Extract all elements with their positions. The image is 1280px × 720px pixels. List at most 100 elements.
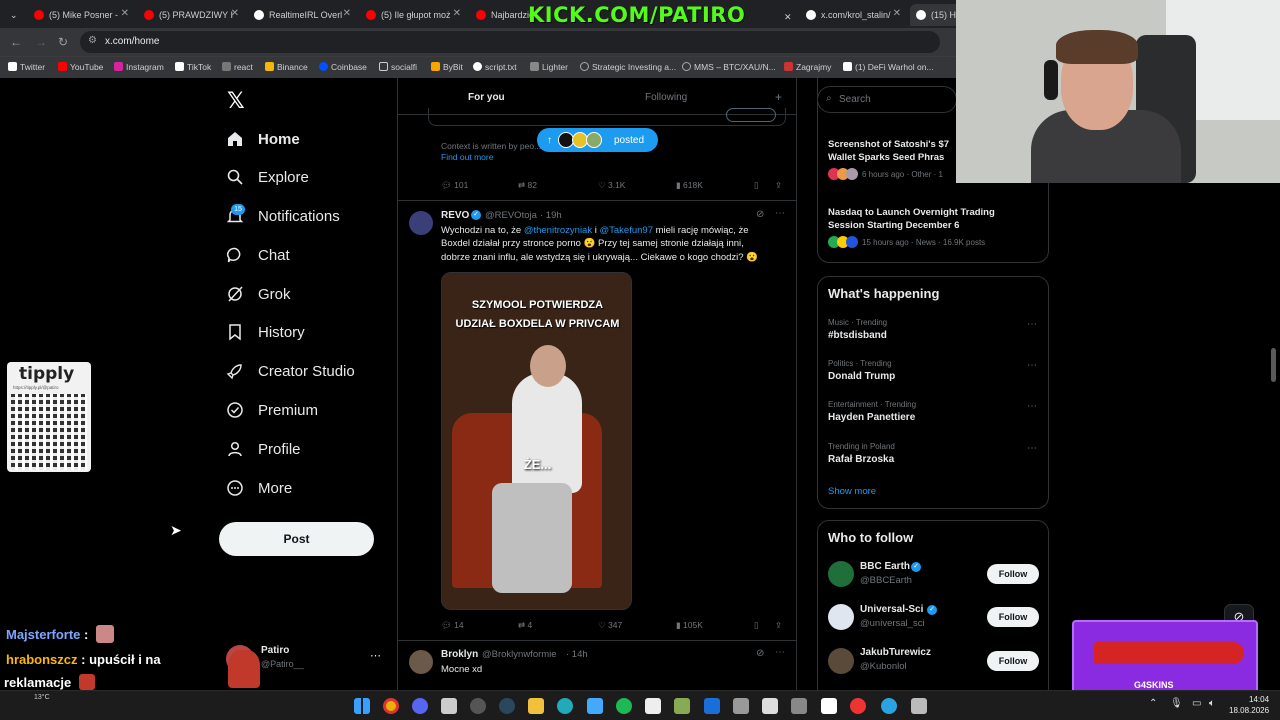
tab-for-you[interactable]: For you: [468, 92, 505, 103]
bookmark-item[interactable]: Instagram: [114, 62, 164, 72]
reply-button[interactable]: 💬︎ 14: [441, 620, 464, 631]
app-icon[interactable]: [557, 698, 573, 714]
chrome-icon[interactable]: [383, 698, 399, 714]
news-item[interactable]: Nasdaq to Launch Overnight Trading Sessi…: [828, 206, 1043, 248]
close-tab-icon[interactable]: ✕: [121, 8, 129, 19]
add-tab-icon[interactable]: +: [775, 90, 782, 104]
nav-home[interactable]: Home: [226, 124, 300, 154]
author-handle[interactable]: @Broklynwformie: [482, 649, 557, 660]
bookmark-item[interactable]: TikTok: [175, 62, 211, 72]
bookmark-item[interactable]: script.txt: [473, 62, 517, 72]
avatar[interactable]: [828, 648, 854, 674]
x-logo-icon[interactable]: 𝕏: [227, 89, 245, 114]
follow-name[interactable]: Universal-Sci: [860, 604, 923, 615]
page-scrollbar[interactable]: [1271, 348, 1276, 382]
bookmark-item[interactable]: MMS – BTC/XAU/N...: [682, 62, 776, 72]
bookmark-icon[interactable]: ▯: [754, 180, 759, 191]
reply-button[interactable]: 💬︎ 101: [441, 180, 468, 191]
repost-button[interactable]: ⇄ 4: [518, 620, 532, 631]
more-dots-icon[interactable]: ⋯: [1027, 401, 1037, 412]
new-posts-pill[interactable]: ↑ posted: [537, 128, 658, 152]
folder-icon[interactable]: [528, 698, 544, 714]
nav-more[interactable]: More: [226, 473, 292, 503]
rate-button[interactable]: [726, 108, 776, 122]
browser-tab[interactable]: Najbardzie: [470, 4, 530, 26]
views-count[interactable]: ▮ 618K: [676, 180, 703, 191]
mic-icon[interactable]: 🎙︎: [1170, 698, 1183, 709]
tray-chevron-icon[interactable]: ⌃: [1149, 698, 1157, 709]
trend-item[interactable]: Music · Trending #btsdisband ⋯: [818, 317, 1048, 353]
app-icon[interactable]: [733, 698, 749, 714]
follow-button[interactable]: Follow: [987, 564, 1039, 584]
nav-explore[interactable]: Explore: [226, 162, 309, 192]
forward-icon[interactable]: →: [35, 35, 47, 49]
nav-premium[interactable]: Premium: [226, 395, 318, 425]
close-tab-icon[interactable]: ✕: [778, 6, 794, 28]
app-icon[interactable]: [587, 698, 603, 714]
bookmark-item[interactable]: Binance: [265, 62, 308, 72]
share-icon[interactable]: ⇪: [775, 620, 782, 631]
browser-tab-active[interactable]: (15) H: [910, 4, 960, 26]
bookmark-icon[interactable]: ▯: [754, 620, 759, 631]
clock-date[interactable]: 18.08.2026: [1229, 706, 1269, 715]
like-button[interactable]: ♡ 347: [598, 620, 622, 631]
more-dots-icon[interactable]: ⋯: [370, 649, 381, 662]
spotify-icon[interactable]: [616, 698, 632, 714]
bookmark-item[interactable]: Strategic Investing a...: [580, 62, 676, 72]
follow-button[interactable]: Follow: [987, 651, 1039, 671]
nav-chat[interactable]: Chat: [226, 240, 290, 270]
mention-link[interactable]: @Takefun97: [600, 225, 653, 236]
bookmark-item[interactable]: ByBit: [431, 62, 463, 72]
bookmark-item[interactable]: (1) DeFi Warhol on...: [843, 62, 934, 72]
tab-list-button[interactable]: ⌄: [4, 4, 22, 26]
weather-text[interactable]: 13°C: [34, 694, 50, 701]
address-bar[interactable]: ⚙ x.com/home: [80, 31, 940, 53]
post-time[interactable]: · 14h: [566, 649, 588, 660]
more-dots-icon[interactable]: ⋯: [1027, 443, 1037, 454]
post-time[interactable]: · 19h: [540, 210, 562, 221]
app-icon[interactable]: [821, 698, 837, 714]
app-icon[interactable]: [911, 698, 927, 714]
browser-tab[interactable]: (5) Mike Posner - ✕: [28, 4, 133, 26]
grok-icon[interactable]: ⊘: [756, 648, 764, 659]
grok-icon[interactable]: ⊘: [756, 209, 764, 220]
trend-item[interactable]: Politics · Trending Donald Trump ⋯: [818, 358, 1048, 394]
bookmark-item[interactable]: Twitter: [8, 62, 45, 72]
app-icon[interactable]: [470, 698, 486, 714]
follow-name[interactable]: BBC Earth: [860, 561, 910, 572]
nav-profile[interactable]: Profile: [226, 434, 301, 464]
trend-item[interactable]: Entertainment · Trending Hayden Panettie…: [818, 399, 1048, 435]
steam-icon[interactable]: [499, 698, 515, 714]
avatar[interactable]: [409, 650, 433, 674]
more-dots-icon[interactable]: ⋯: [1027, 319, 1037, 330]
bookmark-folder[interactable]: socialfi: [379, 62, 417, 72]
author-name[interactable]: REVO: [441, 210, 469, 221]
views-count[interactable]: ▮ 105K: [676, 620, 703, 631]
bookmark-item[interactable]: Lighter: [530, 62, 568, 72]
app-icon[interactable]: [850, 698, 866, 714]
follow-name[interactable]: JakubTurewicz: [860, 647, 931, 658]
avatar[interactable]: [828, 561, 854, 587]
bookmark-item[interactable]: Coinbase: [319, 62, 367, 72]
tab-following[interactable]: Following: [645, 92, 687, 103]
like-button[interactable]: ♡ 3.1K: [598, 180, 625, 191]
close-tab-icon[interactable]: ✕: [453, 8, 461, 19]
network-icon[interactable]: ▭: [1192, 698, 1201, 709]
share-icon[interactable]: ⇪: [775, 180, 782, 191]
app-icon[interactable]: [704, 698, 720, 714]
start-icon[interactable]: [354, 698, 370, 714]
app-icon[interactable]: [791, 698, 807, 714]
app-icon[interactable]: [441, 698, 457, 714]
browser-tab[interactable]: (5) Ile głupot moż ✕: [360, 4, 465, 26]
app-icon[interactable]: [674, 698, 690, 714]
app-icon[interactable]: [412, 698, 428, 714]
more-dots-icon[interactable]: ⋯: [775, 647, 785, 658]
browser-tab[interactable]: RealtimeIRL Overl ✕: [248, 4, 355, 26]
clock-time[interactable]: 14:04: [1249, 695, 1269, 704]
nav-creator-studio[interactable]: Creator Studio: [226, 356, 355, 386]
bookmark-item[interactable]: Zagrajmy: [784, 62, 831, 72]
app-icon[interactable]: [645, 698, 661, 714]
author-name[interactable]: Broklyn: [441, 649, 478, 660]
browser-tab[interactable]: (5) PRAWDZIWY I ✕: [138, 4, 243, 26]
avatar[interactable]: [828, 604, 854, 630]
